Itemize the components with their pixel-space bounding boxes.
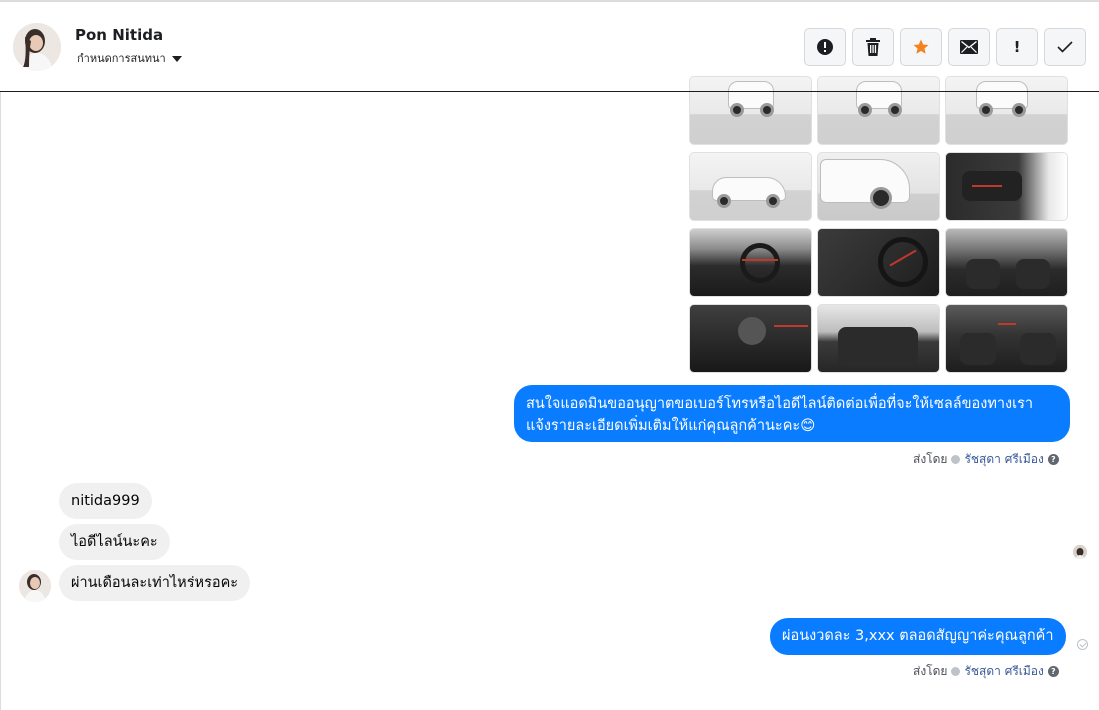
sender-status-icon [951, 667, 961, 676]
star-icon [913, 39, 929, 54]
mark-unread-button[interactable] [948, 28, 990, 66]
message-text: ผ่านเดือนละเท่าไหร่หรอคะ [71, 575, 239, 591]
header-divider [0, 91, 1099, 92]
incoming-message[interactable]: nitida999 [59, 483, 152, 519]
photo-attachment-grid [689, 76, 1069, 373]
mark-done-button[interactable] [1044, 28, 1086, 66]
assign-label: กำหนดการสนทนา [77, 52, 166, 65]
contact-avatar[interactable] [13, 23, 61, 71]
contact-name[interactable]: Pon Nitida [75, 26, 163, 44]
car-photo[interactable] [945, 76, 1068, 145]
alert-circle-icon [817, 39, 833, 55]
incoming-message[interactable]: ผ่านเดือนละเท่าไหร่หรอคะ [59, 565, 251, 601]
car-photo[interactable] [689, 152, 812, 221]
car-photo[interactable] [945, 304, 1068, 373]
assign-conversation-dropdown[interactable]: กำหนดการสนทนา [77, 49, 182, 67]
help-icon[interactable]: ? [1047, 666, 1059, 677]
car-photo[interactable] [689, 76, 812, 145]
sender-status-icon [951, 455, 961, 464]
star-button[interactable] [900, 28, 942, 66]
car-photo[interactable] [945, 152, 1068, 221]
outgoing-message[interactable]: สนใจแอดมินขออนุญาตขอเบอร์โทรหรือไอดีไลน์… [514, 385, 1070, 442]
mark-spam-button[interactable] [804, 28, 846, 66]
caret-down-icon [171, 55, 182, 62]
conversation-toolbar: ! [804, 28, 1086, 66]
car-photo[interactable] [689, 304, 812, 373]
car-photo[interactable] [817, 76, 940, 145]
car-photo[interactable] [945, 228, 1068, 297]
car-photo[interactable] [817, 228, 940, 297]
sent-by-label: ส่งโดย [913, 664, 948, 678]
help-icon[interactable]: ? [1047, 454, 1059, 465]
contact-avatar-small[interactable] [19, 570, 51, 602]
message-text: nitida999 [71, 493, 140, 509]
message-text: ไอดีไลน์นะคะ [71, 534, 158, 550]
incoming-message[interactable]: ไอดีไลน์นะคะ [59, 524, 170, 560]
message-line: แจ้งรายละเอียดเพิ่มเติมให้แก่คุณลูกค้านะ… [526, 418, 816, 434]
car-photo[interactable] [689, 228, 812, 297]
trash-icon [866, 38, 880, 56]
seen-indicator-avatar [1073, 545, 1087, 559]
delete-button[interactable] [852, 28, 894, 66]
car-photo[interactable] [817, 152, 940, 221]
message-line: สนใจแอดมินขออนุญาตขอเบอร์โทรหรือไอดีไลน์… [526, 396, 1034, 412]
sent-by-label: ส่งโดย [913, 452, 948, 466]
sent-by-info: ส่งโดย รัชสุดา ศรีเมือง ? [913, 450, 1059, 469]
message-text: ผ่อนงวดละ 3,xxx ตลอดสัญญาค่ะคุณลูกค้า [782, 628, 1054, 644]
exclamation-icon: ! [1013, 38, 1021, 56]
outgoing-message[interactable]: ผ่อนงวดละ 3,xxx ตลอดสัญญาค่ะคุณลูกค้า [770, 618, 1066, 655]
follow-up-button[interactable]: ! [996, 28, 1038, 66]
envelope-icon [960, 40, 978, 54]
check-icon [1057, 41, 1073, 53]
sent-by-info: ส่งโดย รัชสุดา ศรีเมือง ? [913, 662, 1059, 681]
car-photo[interactable] [817, 304, 940, 373]
sender-name[interactable]: รัชสุดา ศรีเมือง [964, 450, 1043, 469]
delivered-check-icon [1077, 639, 1088, 650]
sender-name[interactable]: รัชสุดา ศรีเมือง [964, 662, 1043, 681]
